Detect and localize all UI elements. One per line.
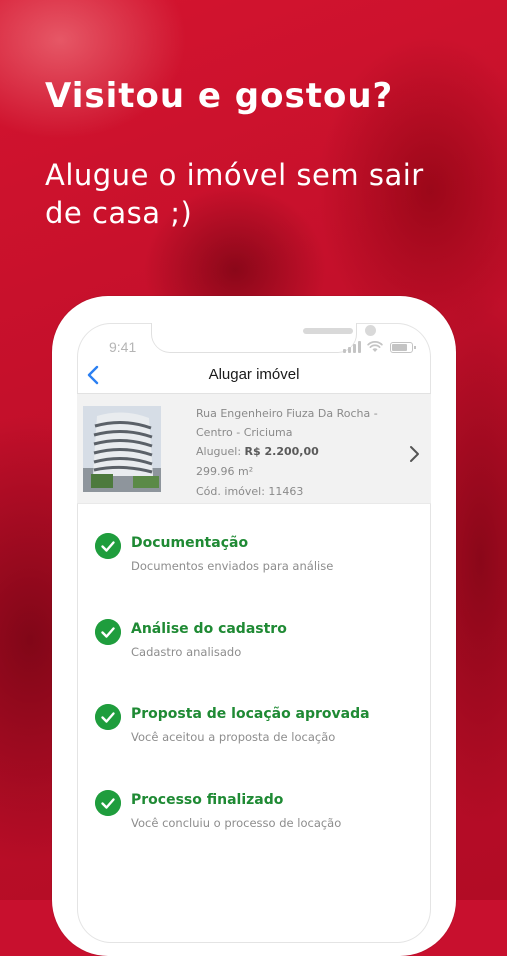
phone-notch xyxy=(152,323,376,352)
chevron-right-icon[interactable] xyxy=(409,444,421,464)
navigation-bar: Alugar imóvel xyxy=(77,361,431,395)
property-card[interactable]: Rua Engenheiro Fiuza Da Rocha - Centro -… xyxy=(77,393,431,504)
speaker-grille xyxy=(303,328,353,334)
step-title: Análise do cadastro xyxy=(131,620,287,637)
front-camera xyxy=(365,325,376,336)
signal-icon xyxy=(343,341,361,353)
step-description: Você aceitou a proposta de locação xyxy=(131,730,336,744)
phone-screen: 9:41 Alugar imóvel Rua Engenheiro Fiuza … xyxy=(77,323,431,943)
step-documentacao: Documentação Documentos enviados para an… xyxy=(95,533,425,619)
property-address: Rua Engenheiro Fiuza Da Rocha - Centro -… xyxy=(196,407,378,439)
progress-steps: Documentação Documentos enviados para an… xyxy=(95,533,425,875)
promo-subheadline: Alugue o imóvel sem sair de casa ;) xyxy=(45,158,424,230)
step-title: Processo finalizado xyxy=(131,791,284,808)
step-analise-cadastro: Análise do cadastro Cadastro analisado xyxy=(95,618,425,705)
status-time: 9:41 xyxy=(109,339,137,355)
check-icon xyxy=(95,789,121,816)
step-title: Documentação xyxy=(131,535,249,551)
check-icon xyxy=(95,704,121,730)
wifi-icon xyxy=(367,340,383,352)
step-proposta-locacao: Proposta de locação aprovada Você aceito… xyxy=(95,704,425,790)
phone-mockup: 9:41 Alugar imóvel Rua Engenheiro Fiuza … xyxy=(52,296,456,956)
battery-icon xyxy=(390,342,416,353)
step-processo-finalizado: Processo finalizado Você concluiu o proc… xyxy=(95,789,425,876)
property-code: Cód. imóvel: 11463 xyxy=(196,485,304,498)
step-description: Cadastro analisado xyxy=(131,644,242,659)
step-description: Documentos enviados para análise xyxy=(131,559,334,573)
check-icon xyxy=(95,533,121,559)
step-description: Você concluiu o processo de locação xyxy=(131,815,342,830)
check-icon xyxy=(95,618,121,645)
property-info: Rua Engenheiro Fiuza Da Rocha - Centro -… xyxy=(196,404,386,502)
property-rent: Aluguel: R$ 2.200,00 xyxy=(196,442,386,462)
rent-value: R$ 2.200,00 xyxy=(244,445,319,458)
page-title: Alugar imóvel xyxy=(208,366,300,383)
promo-headline: Visitou e gostou? xyxy=(45,76,394,116)
property-photo xyxy=(83,406,161,492)
property-area: 299.96 m² xyxy=(196,465,254,478)
rent-label: Aluguel: xyxy=(196,445,242,458)
step-title: Proposta de locação aprovada xyxy=(131,706,370,722)
